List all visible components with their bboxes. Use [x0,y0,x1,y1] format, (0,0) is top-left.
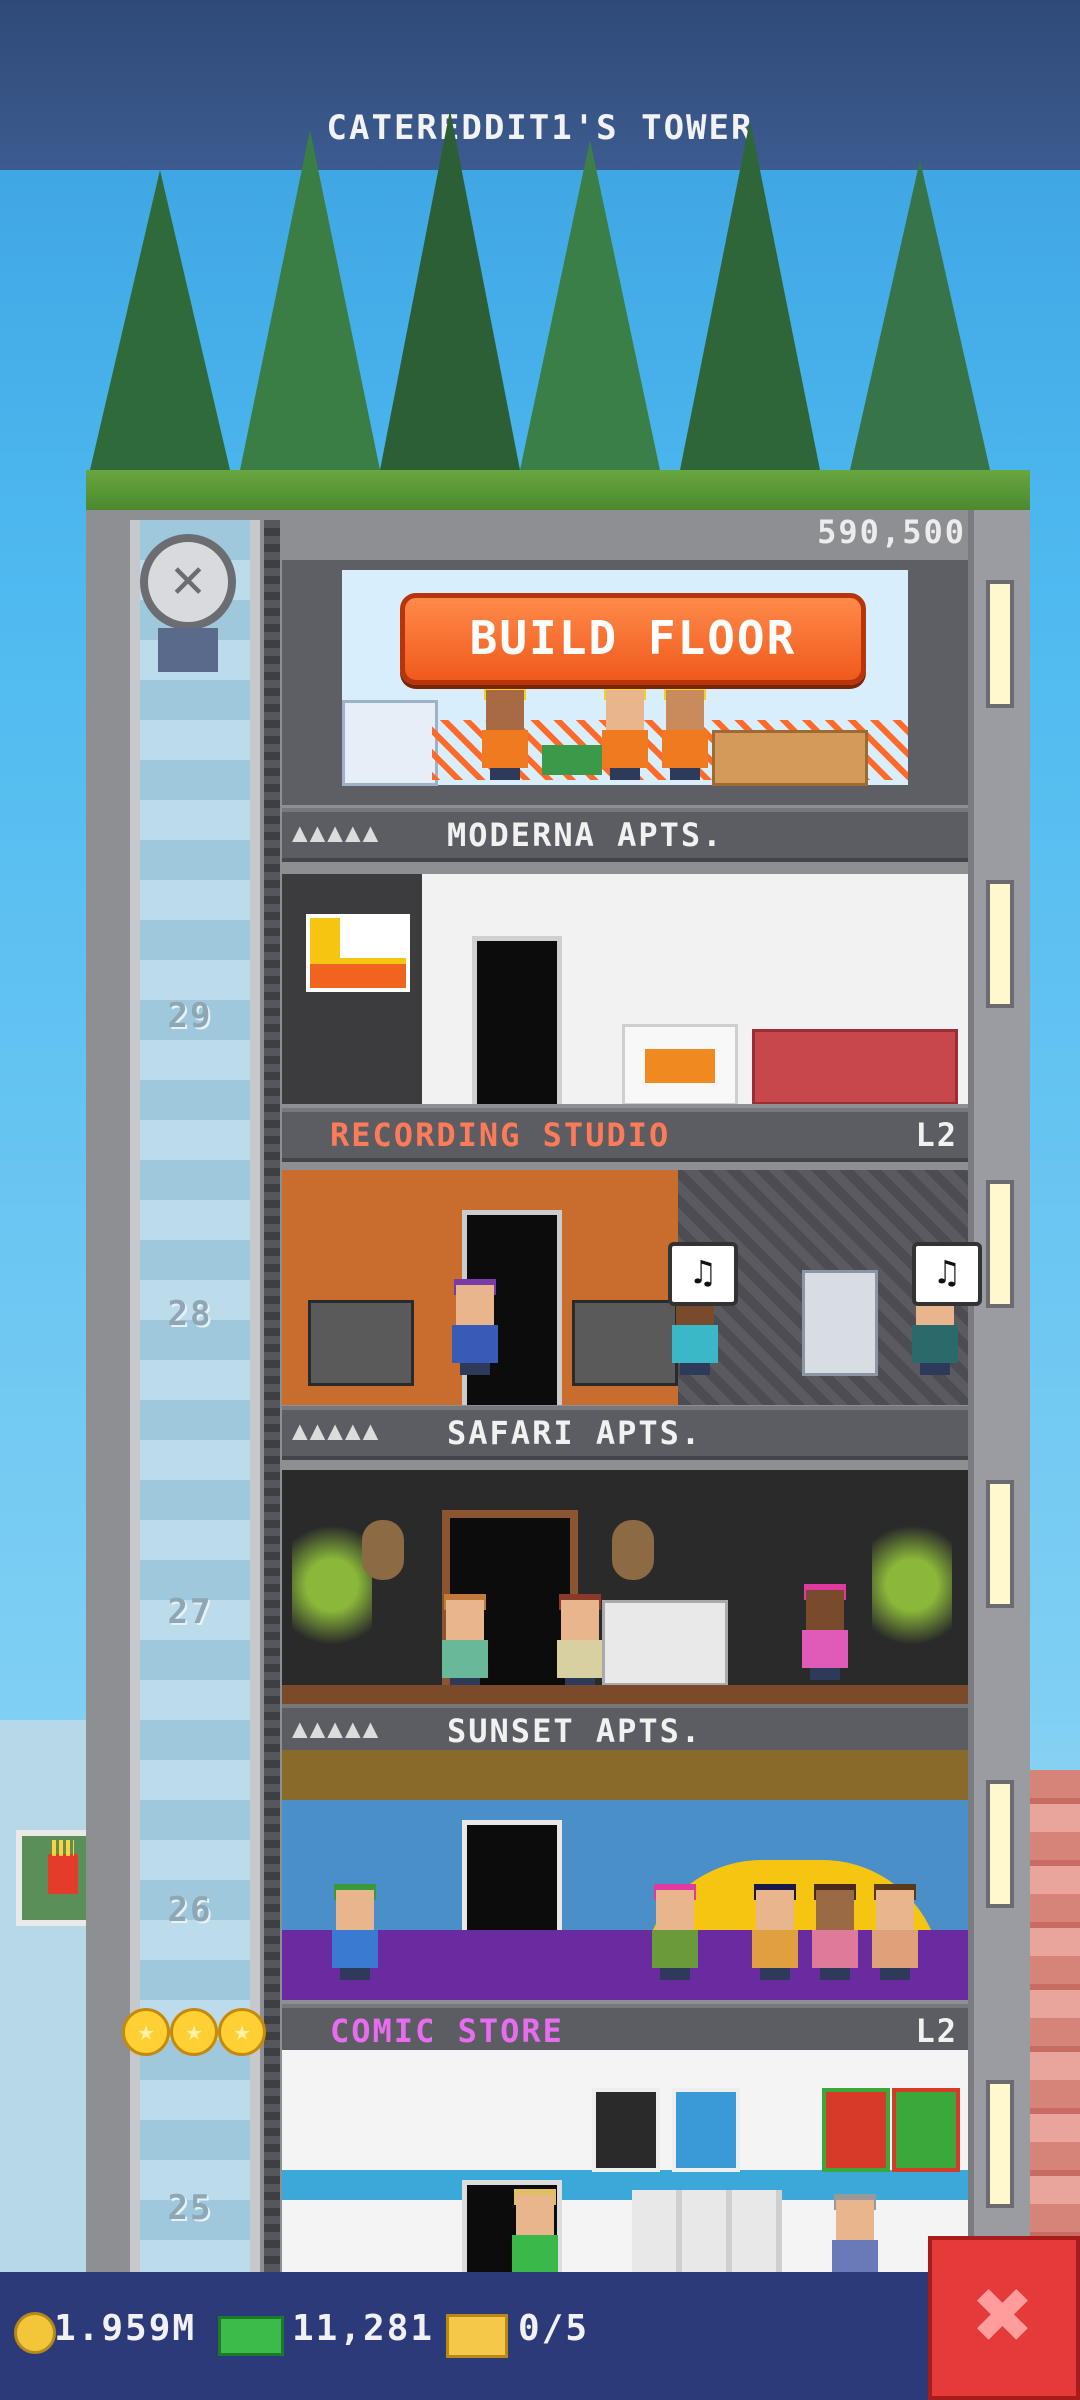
floor-name: COMIC STORE [330,2012,564,2050]
floor-number: 26 [167,1890,213,1930]
vip-star-icon: ★ [170,2008,218,2056]
construction-worker [602,684,648,780]
pillar-light [986,1780,1014,1908]
floor-label-bar[interactable]: ▲▲▲▲▲ SAFARI APTS. [282,1406,968,1460]
construction-worker [662,684,708,780]
purple-wall [282,1930,968,2000]
resident [442,1594,488,1690]
music-note-bubble[interactable]: ♫ [912,1242,982,1306]
wall-art [306,914,410,992]
floor-recording-studio[interactable] [282,1170,968,1405]
robot [802,1270,878,1376]
floor-name: SAFARI APTS. [447,1414,703,1452]
comic-poster [672,2088,740,2172]
rooftop-forest [90,110,1030,490]
toolbox [542,745,602,775]
red-sofa [752,1029,958,1104]
floor-number: 27 [167,1592,213,1632]
comic-poster [892,2088,960,2172]
floor-number: 25 [167,2188,213,2228]
resource-hud: 1.959M 11,281 0/5 [0,2272,930,2400]
bux-balance: 11,281 [292,2308,435,2349]
floor-label-bar[interactable]: ▲▲▲▲▲ MODERNA APTS. [282,808,968,862]
build-cost: 590,500 [817,513,966,551]
palm-plant [292,1510,372,1660]
floor-stars: ▲▲▲▲▲ [292,1714,381,1744]
coin-icon [14,2312,56,2354]
pillar-light [986,2080,1014,2208]
floor-sunset-apts[interactable] [282,1750,968,2000]
resident [557,1594,603,1690]
elevator-rail [264,520,280,2400]
resident [752,1884,798,1980]
resident [872,1884,918,1980]
wood-floor [282,1685,968,1705]
mixing-desk [308,1300,414,1386]
tower-bux-icon [218,2316,284,2356]
pulley-wheel-icon [140,534,236,630]
close-button[interactable]: ✖ [928,2236,1080,2400]
floor-stars: ▲▲▲▲▲ [292,818,381,848]
palm-plant [872,1510,952,1660]
ticket-icon [446,2314,508,2358]
wood-beam [282,1750,968,1800]
build-floor-button[interactable]: BUILD FLOOR [400,593,866,685]
elevator-pulley[interactable] [128,528,248,678]
glass-panel [342,700,438,786]
vip-star-icon: ★ [218,2008,266,2056]
pillar-light [986,1480,1014,1608]
resident [332,1884,378,1980]
floor-label-bar[interactable]: RECORDING STUDIO L2 [282,1108,968,1162]
floor-level: L2 [915,1116,958,1154]
comic-poster [592,2088,660,2172]
sofa [602,1600,728,1686]
floor-stars: ▲▲▲▲▲ [292,1416,381,1446]
mixing-desk [572,1300,678,1386]
resident [812,1884,858,1980]
vip-star-icon: ★ [122,2008,170,2056]
construction-worker [482,684,528,780]
floor-level: L2 [915,2012,958,2050]
coin-balance: 1.959M [54,2308,197,2349]
resident [652,1884,698,1980]
floor-number: 29 [167,996,213,1036]
floor-name: SUNSET APTS. [447,1712,703,1750]
elevator-shaft[interactable] [130,520,260,2400]
floor-safari-apts[interactable] [282,1470,968,1705]
doorway[interactable] [472,936,562,1104]
resident [802,1584,848,1680]
tribal-mask [612,1520,654,1580]
musician [452,1279,498,1375]
floor-name: MODERNA APTS. [447,816,724,854]
floor-number: 28 [167,1294,213,1334]
tribal-mask [362,1520,404,1580]
fries-icon [48,1840,78,1894]
pillar-light [986,580,1014,708]
music-note-bubble[interactable]: ♫ [668,1242,738,1306]
elevator-car [158,628,218,672]
pillar-light [986,1180,1014,1308]
comic-poster [822,2088,890,2172]
crates [712,730,868,786]
floor-moderna-apts[interactable] [282,874,968,1104]
pillar-light [986,880,1014,1008]
fireplace [622,1024,738,1104]
floor-name: RECORDING STUDIO [330,1116,671,1154]
ticket-count: 0/5 [518,2308,590,2349]
